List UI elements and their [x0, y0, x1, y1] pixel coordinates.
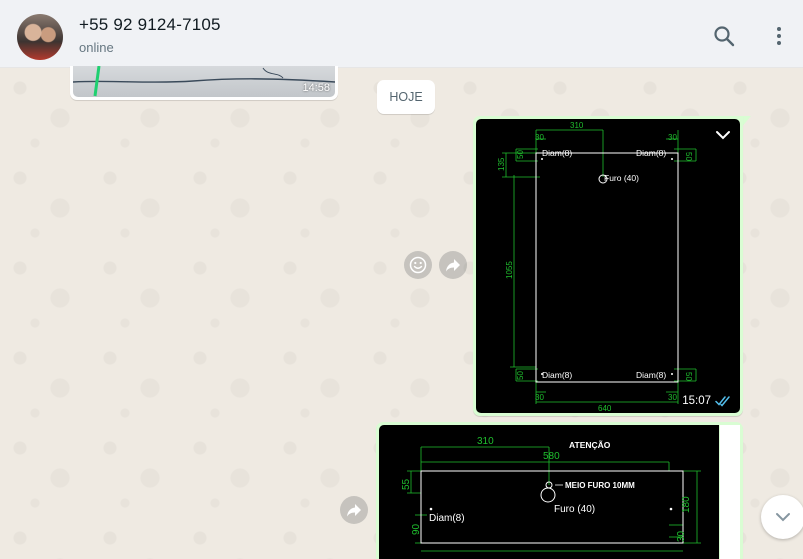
dim-left-50-bottom: 50	[516, 371, 525, 380]
chat-header[interactable]: +55 92 9124-7105 online	[0, 0, 803, 68]
technical-drawing-image[interactable]: 310 580 55 180 90 30 ATENÇÃO MEIO FURO 1…	[379, 425, 719, 559]
reaction-button[interactable]	[404, 251, 432, 279]
chevron-down-icon[interactable]	[713, 125, 733, 145]
label-meio-furo: MEIO FURO 10MM	[565, 481, 635, 490]
contact-name[interactable]: +55 92 9124-7105	[79, 15, 221, 35]
label-furo: Furo (40)	[604, 173, 639, 183]
forward-icon	[347, 504, 361, 517]
dim-left-135: 135	[497, 157, 506, 171]
label-diam-bl: Diam(8)	[542, 370, 572, 380]
image-margin	[720, 425, 740, 559]
outgoing-image-message[interactable]: 310 30 30 135 50 50 1055 50 50 30 30 640…	[473, 116, 743, 416]
dim-left-55: 55	[401, 478, 412, 490]
search-icon[interactable]	[712, 24, 736, 48]
kebab-menu-icon[interactable]	[767, 24, 791, 48]
dim-left-90: 90	[411, 523, 422, 535]
label-attention: ATENÇÃO	[569, 440, 611, 450]
contact-status: online	[79, 40, 114, 55]
message-time: 15:07	[682, 395, 711, 407]
chevron-down-icon	[776, 513, 790, 522]
label-diam-tl: Diam(8)	[542, 148, 572, 158]
date-divider: HOJE	[377, 80, 435, 114]
label-diam: Diam(8)	[429, 513, 465, 524]
dim-bottom-width: 640	[598, 404, 612, 413]
previous-image-thumbnail[interactable]	[73, 66, 335, 97]
dim-right-50-top: 50	[684, 152, 693, 161]
technical-drawing-image[interactable]: 310 30 30 135 50 50 1055 50 50 30 30 640…	[476, 119, 740, 413]
scroll-to-bottom-button[interactable]	[761, 495, 803, 539]
label-diam-br: Diam(8)	[636, 370, 666, 380]
dim-top-right: 30	[668, 133, 677, 142]
forward-icon	[446, 259, 460, 272]
dim-bottom-right: 30	[668, 393, 677, 402]
previous-image-message[interactable]: 14:58	[70, 66, 338, 100]
dim-height: 1055	[505, 261, 514, 279]
double-check-icon	[715, 396, 730, 407]
dim-left-50-top: 50	[516, 150, 525, 159]
message-time: 14:58	[302, 82, 330, 94]
dim-right-50-bottom: 50	[684, 372, 693, 381]
label-furo: Furo (40)	[554, 504, 595, 515]
dim-width-310: 310	[477, 436, 494, 447]
forward-button[interactable]	[439, 251, 467, 279]
forward-button[interactable]	[340, 496, 368, 524]
dim-top-width: 310	[570, 121, 584, 130]
dim-right-180: 180	[681, 496, 692, 513]
label-diam-tr: Diam(8)	[636, 148, 666, 158]
dim-right-30: 30	[676, 530, 687, 542]
smiley-icon	[409, 256, 427, 274]
outgoing-image-message[interactable]: 310 580 55 180 90 30 ATENÇÃO MEIO FURO 1…	[376, 422, 743, 559]
message-meta: 15:07	[682, 395, 733, 407]
dim-width-580: 580	[543, 451, 560, 462]
contact-avatar[interactable]	[17, 14, 63, 60]
dim-bottom-left: 30	[535, 393, 544, 402]
dim-top-left: 30	[535, 133, 544, 142]
